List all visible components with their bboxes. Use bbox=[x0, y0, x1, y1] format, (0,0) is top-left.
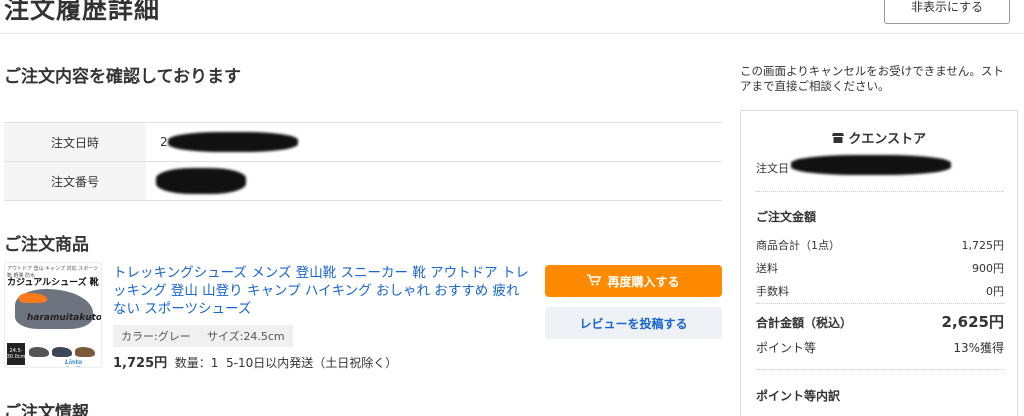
product-shipping: 5-10日以内発送（土日祝除く） bbox=[226, 356, 398, 370]
store-summary-panel: クエンストア 注文日 ご注文金額 商品合計（1点） 1,725円 送料 900円… bbox=[740, 110, 1018, 416]
redacted-order-date bbox=[168, 132, 298, 152]
subtotal-value: 1,725円 bbox=[961, 239, 1005, 252]
title-divider bbox=[0, 33, 1024, 34]
product-price-line: 1,725円 数量：1 5-10日以内発送（土日祝除く） bbox=[113, 352, 397, 371]
shoe-variant-1 bbox=[29, 347, 49, 357]
page-title: 注文履歴詳細 bbox=[4, 0, 161, 24]
rebuy-button[interactable]: 再度購入する bbox=[545, 265, 722, 297]
order-date-label: 注文日時 bbox=[4, 122, 146, 162]
points-breakdown-heading: ポイント等内訳 bbox=[756, 389, 841, 403]
order-date-value: 2 bbox=[146, 122, 722, 162]
thumbnail-brand: haramuitakuto bbox=[27, 313, 102, 323]
total-value: 2,625円 bbox=[941, 313, 1004, 331]
store-icon bbox=[831, 132, 849, 147]
panel-divider bbox=[756, 369, 1004, 370]
shoe-variant-3 bbox=[75, 347, 95, 357]
fee-row: 手数料 0円 bbox=[756, 283, 1004, 299]
subtotal-label: 商品合計（1点） bbox=[756, 239, 840, 252]
product-quantity: 数量：1 bbox=[174, 356, 219, 370]
order-number-row: 注文番号 bbox=[4, 161, 722, 201]
product-thumbnail[interactable]: アウトドア 登山 キャンプ 対応 スポーツ靴 軽量 防水 カジュアルシューズ 靴… bbox=[4, 262, 102, 368]
confirm-heading: ご注文内容を確認しております bbox=[4, 67, 241, 87]
order-number-label: 注文番号 bbox=[4, 161, 146, 201]
panel-divider bbox=[756, 191, 1004, 192]
panel-divider bbox=[756, 303, 1004, 304]
total-row: 合計金額（税込） 2,625円 bbox=[756, 311, 1004, 332]
cancel-note: この画面よりキャンセルをお受けできません。ストアまで直接ご相談ください。 bbox=[740, 64, 1004, 93]
redacted-order-number bbox=[156, 168, 246, 194]
product-color-tag: カラー:グレー bbox=[113, 325, 199, 347]
shoe-variant-2 bbox=[52, 347, 72, 357]
shipping-row: 送料 900円 bbox=[756, 260, 1004, 276]
shipping-label: 送料 bbox=[756, 262, 778, 275]
points-value: 13%獲得 bbox=[953, 341, 1004, 355]
cart-icon bbox=[587, 273, 602, 289]
product-heading: ご注文商品 bbox=[4, 235, 89, 255]
store-name-header[interactable]: クエンストア bbox=[741, 128, 1017, 147]
order-number-value bbox=[146, 161, 722, 201]
order-date-row: 注文日時 2 bbox=[4, 122, 722, 162]
thumbnail-size-badge: 24.5-30.0cm bbox=[7, 343, 25, 365]
points-row: ポイント等 13%獲得 bbox=[756, 339, 1004, 356]
total-label: 合計金額（税込） bbox=[756, 316, 853, 330]
points-label: ポイント等 bbox=[756, 341, 817, 355]
write-review-button[interactable]: レビューを投稿する bbox=[545, 307, 722, 339]
shoe-accent bbox=[19, 293, 47, 303]
product-title-link[interactable]: トレッキングシューズ メンズ 登山靴 スニーカー 靴 アウトドア トレッキング … bbox=[113, 264, 531, 318]
thumbnail-logo: Linto Smile bbox=[65, 359, 84, 367]
store-date-label: 注文日 bbox=[756, 162, 789, 175]
store-order-date: 注文日 bbox=[756, 160, 789, 176]
fee-label: 手数料 bbox=[756, 285, 789, 298]
store-name: クエンストア bbox=[848, 132, 927, 147]
amount-heading: ご注文金額 bbox=[756, 210, 817, 224]
order-detail-heading: ご注文情報 bbox=[4, 403, 89, 416]
redacted-store-date bbox=[791, 155, 951, 175]
rebuy-button-label: 再度購入する bbox=[607, 274, 680, 289]
fee-value: 0円 bbox=[986, 285, 1004, 298]
hide-order-button[interactable]: 非表示にする bbox=[884, 0, 1010, 24]
product-price: 1,725円 bbox=[113, 356, 168, 371]
order-date-prefix: 2 bbox=[160, 135, 168, 149]
order-info-table: 注文日時 2 注文番号 bbox=[4, 122, 722, 201]
thumbnail-title: カジュアルシューズ 靴 bbox=[7, 278, 99, 288]
subtotal-row: 商品合計（1点） 1,725円 bbox=[756, 237, 1004, 253]
product-size-tag: サイズ:24.5cm bbox=[199, 325, 293, 347]
shipping-value: 900円 bbox=[972, 262, 1004, 275]
